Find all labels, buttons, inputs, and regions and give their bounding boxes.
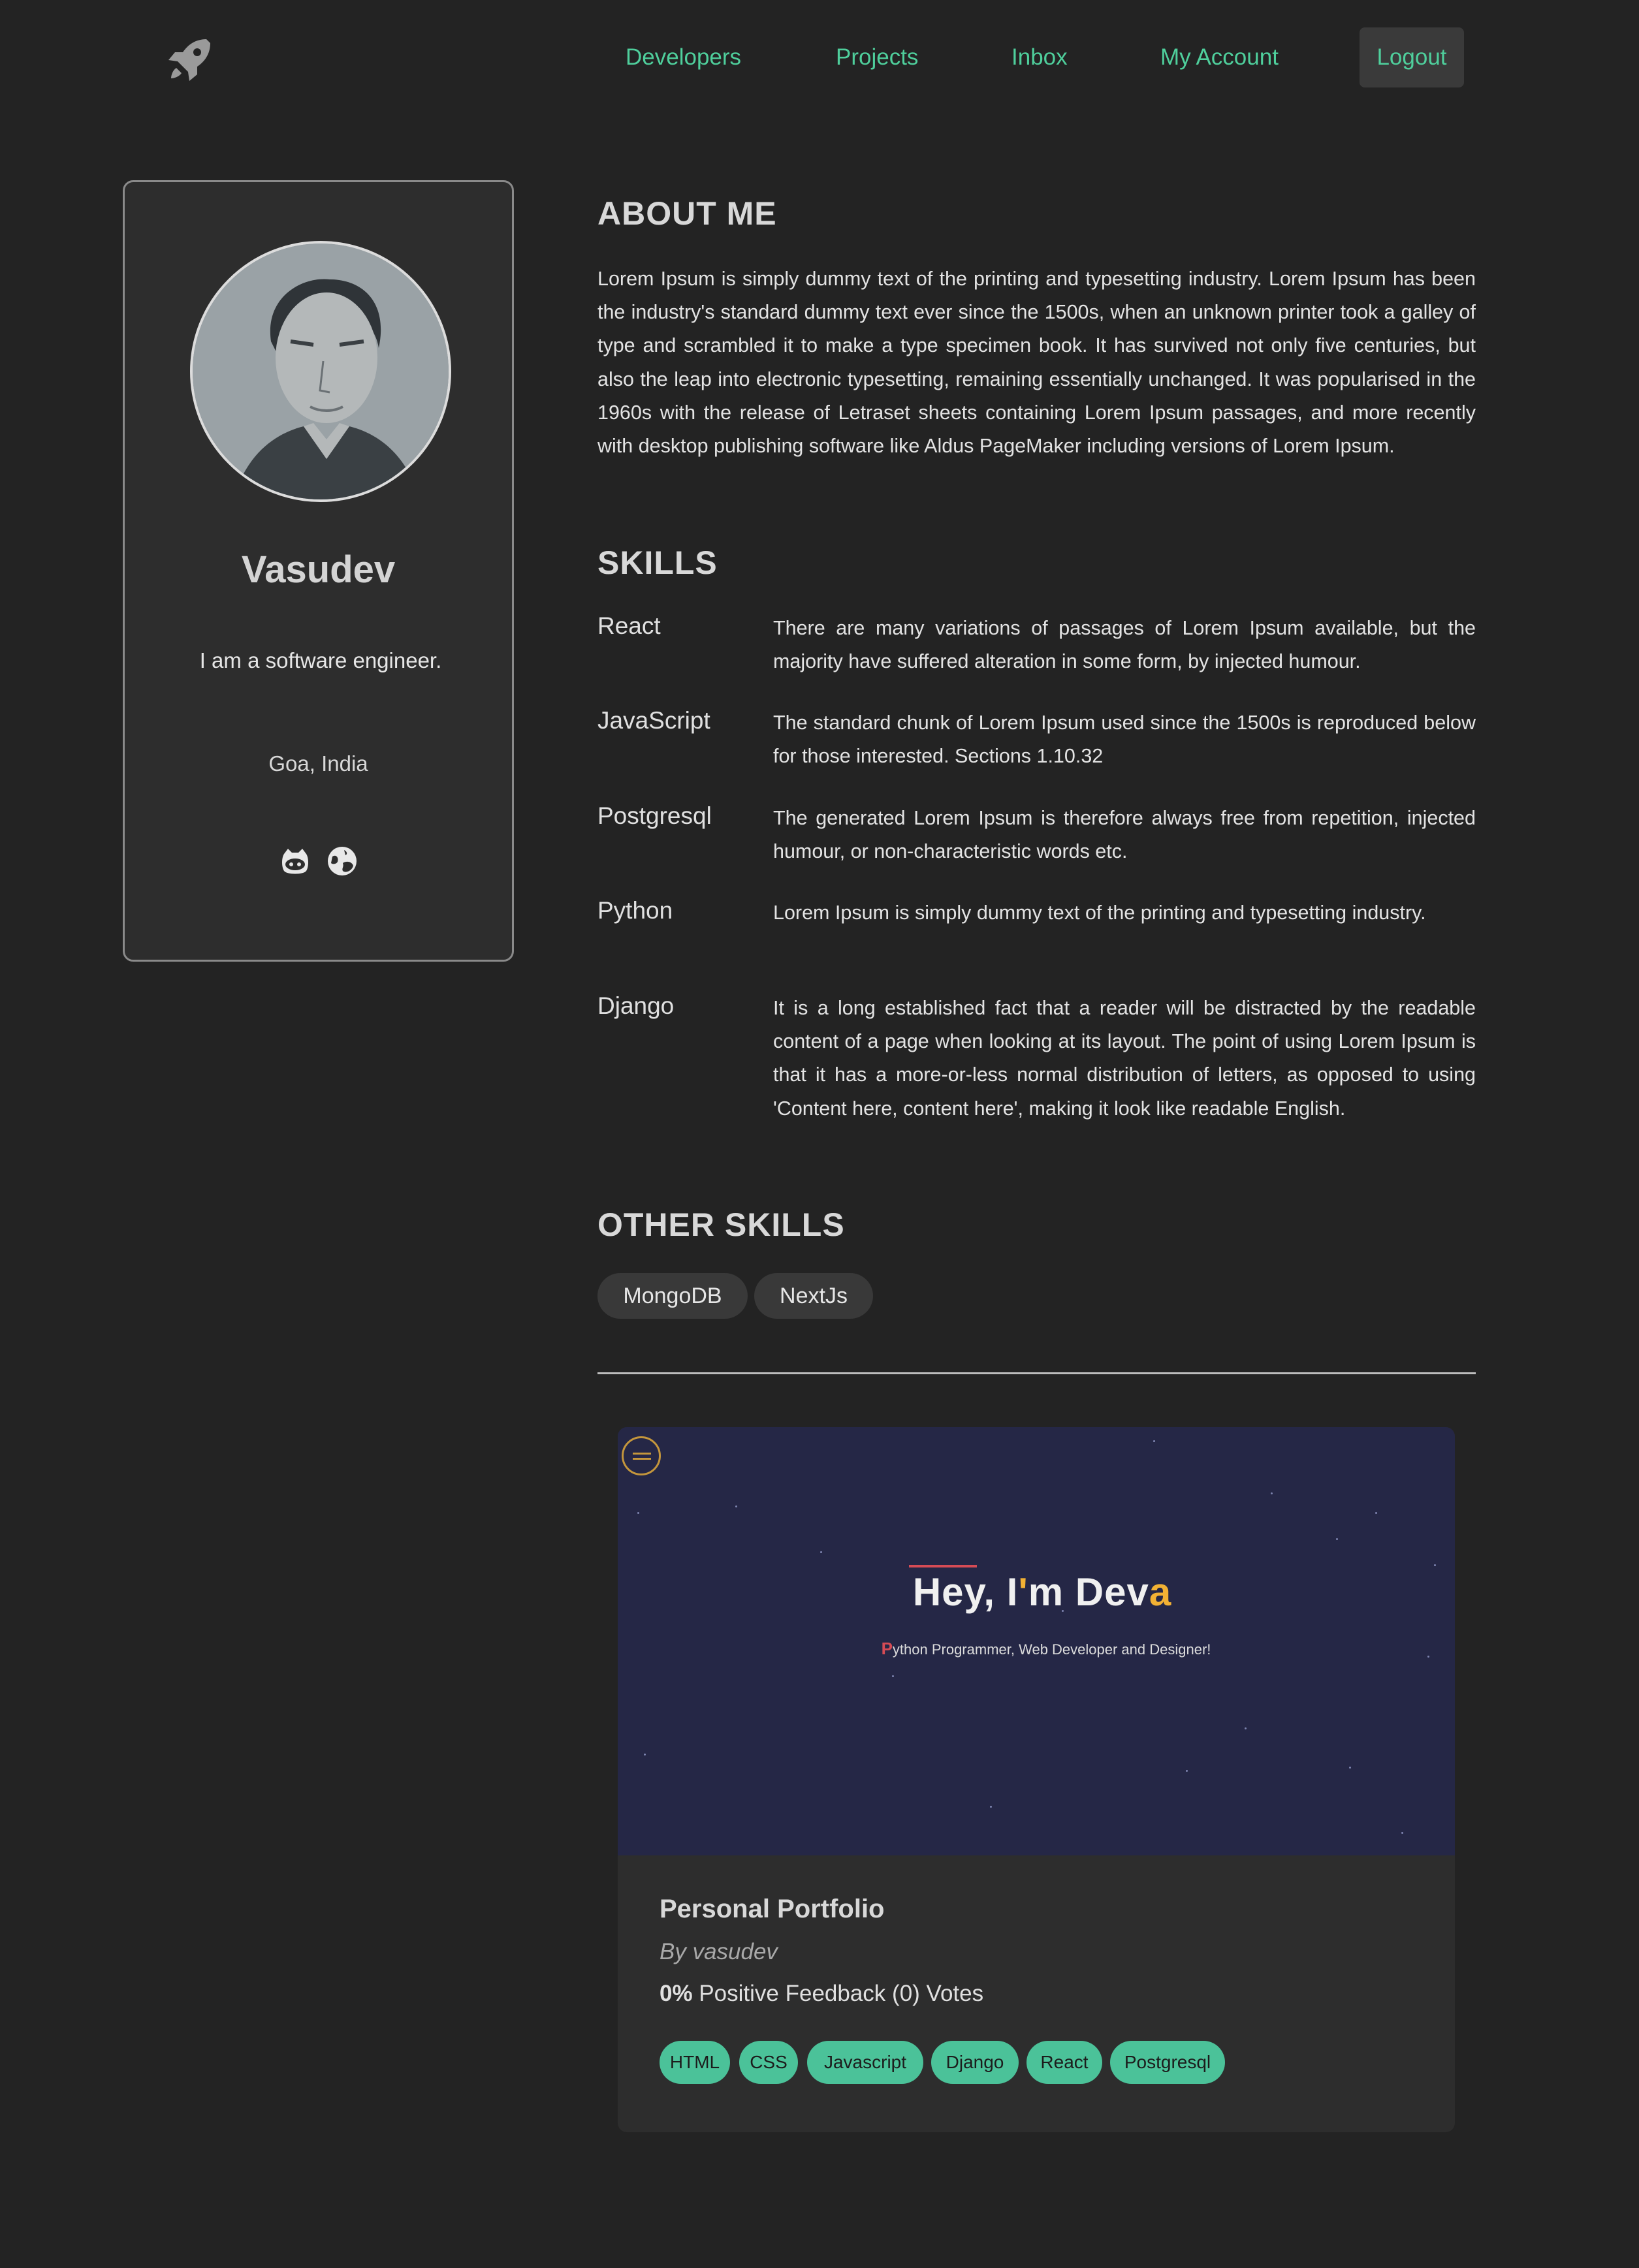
skill-name-postgresql: Postgresql xyxy=(597,802,712,829)
skill-desc-javascript: The standard chunk of Lorem Ipsum used s… xyxy=(773,712,1476,768)
skill-name-django: Django xyxy=(597,992,675,1019)
rocket-icon[interactable] xyxy=(163,34,215,86)
thumbnail-subtitle: Python Programmer, Web Developer and Des… xyxy=(881,1639,1211,1658)
project-author[interactable]: By vasudev xyxy=(660,1939,778,1965)
skills-heading: SKILLS xyxy=(597,544,718,581)
globe-icon[interactable] xyxy=(326,845,358,877)
other-skill-chip: MongoDB xyxy=(597,1273,748,1319)
logout-button[interactable]: Logout xyxy=(1360,27,1464,87)
project-title[interactable]: Personal Portfolio xyxy=(660,1895,885,1924)
project-tag: Javascript xyxy=(807,2041,923,2084)
profile-bio: I am a software engineer. xyxy=(199,648,442,672)
project-tag: HTML xyxy=(660,2041,730,2084)
profile-card: Vasudev I am a software engineer. Goa, I… xyxy=(123,180,514,962)
project-tag: Django xyxy=(931,2041,1019,2084)
nav-my-account[interactable]: My Account xyxy=(1160,40,1279,74)
skill-name-javascript: JavaScript xyxy=(597,707,710,734)
skill-desc-postgresql: The generated Lorem Ipsum is therefore a… xyxy=(773,807,1476,863)
project-feedback: 0% Positive Feedback (0) Votes xyxy=(660,1981,984,2006)
nav-developers[interactable]: Developers xyxy=(626,40,741,74)
project-card[interactable]: Hey, I'm Deva Python Programmer, Web Dev… xyxy=(618,1427,1455,2132)
avatar xyxy=(190,241,451,502)
profile-location: Goa, India xyxy=(268,751,368,776)
project-tag: React xyxy=(1026,2041,1102,2084)
project-tag: CSS xyxy=(739,2041,798,2084)
github-icon[interactable] xyxy=(279,845,311,877)
top-nav: Developers Projects Inbox My Account Log… xyxy=(0,0,1639,118)
other-skills-heading: OTHER SKILLS xyxy=(597,1206,845,1243)
about-text: Lorem Ipsum is simply dummy text of the … xyxy=(597,268,1476,458)
skill-desc-django: It is a long established fact that a rea… xyxy=(773,997,1476,1120)
thumbnail-logo-icon xyxy=(622,1436,661,1475)
skill-name-python: Python xyxy=(597,897,673,924)
skill-name-react: React xyxy=(597,612,661,639)
skill-desc-python: Lorem Ipsum is simply dummy text of the … xyxy=(773,902,1426,924)
thumbnail-title: Hey, I'm Deva xyxy=(912,1570,1172,1614)
project-thumbnail[interactable]: Hey, I'm Deva Python Programmer, Web Dev… xyxy=(618,1427,1455,1855)
other-skill-chip: NextJs xyxy=(754,1273,873,1319)
project-tag: Postgresql xyxy=(1110,2041,1225,2084)
section-divider xyxy=(597,1372,1476,1374)
thumbnail-accent-line xyxy=(909,1565,977,1567)
profile-name: Vasudev xyxy=(241,548,396,591)
nav-projects[interactable]: Projects xyxy=(836,40,918,74)
about-heading: ABOUT ME xyxy=(597,195,777,232)
nav-inbox[interactable]: Inbox xyxy=(1011,40,1068,74)
skill-desc-react: There are many variations of passages of… xyxy=(773,617,1476,673)
